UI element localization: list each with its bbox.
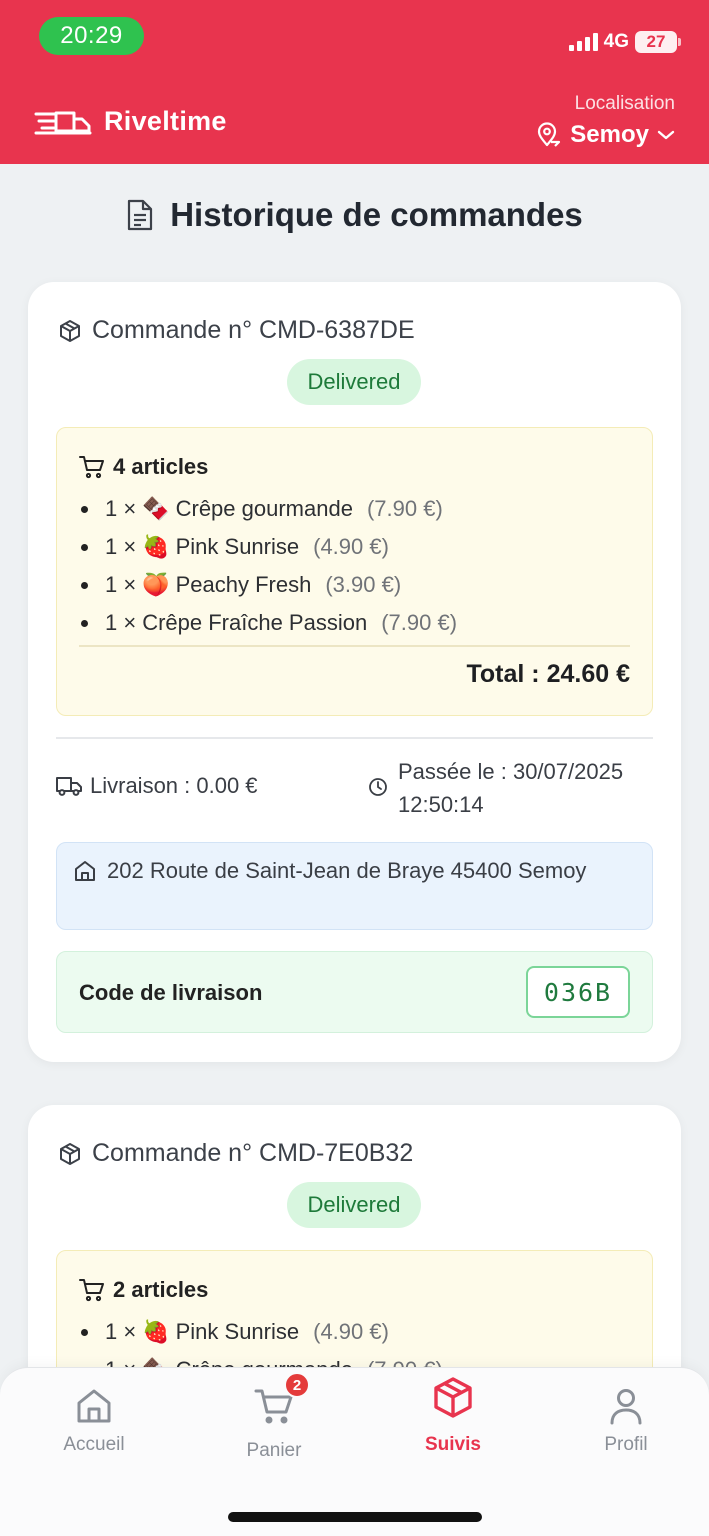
box-icon <box>60 1142 80 1165</box>
user-icon <box>610 1389 642 1425</box>
item-price: (7.90 €) <box>366 496 443 521</box>
cart-count-badge: 2 <box>284 1372 310 1398</box>
address-text: 202 Route de Saint-Jean de Braye 45400 S… <box>107 858 587 883</box>
items-count: 2 articles <box>79 1277 208 1303</box>
item-price: (4.90 €) <box>313 1319 389 1344</box>
item-qty: 1 × <box>105 534 137 559</box>
items-count: 4 articles <box>79 454 208 480</box>
item-name: Crêpe Fraîche Passion <box>142 610 368 635</box>
document-icon <box>128 199 153 231</box>
app-header: 20:29 4G 27 Riveltime Localisation Semoy <box>0 0 709 164</box>
location-label: Localisation <box>574 93 675 114</box>
item-name: Peachy Fresh <box>175 572 312 597</box>
list-item: 1 × 🍓 Pink Sunrise (4.90 €) <box>79 1313 443 1351</box>
items-divider <box>79 645 630 647</box>
order-info: Livraison : 0.00 € Passée le : 30/07/202… <box>56 755 653 825</box>
package-icon <box>434 1377 472 1418</box>
signal-icon <box>568 33 598 51</box>
peach-icon: 🍑 <box>142 572 170 597</box>
delivery-logo-icon <box>34 111 92 134</box>
items-count-label: 2 articles <box>113 1277 209 1302</box>
brand-name: Riveltime <box>104 106 227 136</box>
item-qty: 1 × <box>105 1319 137 1344</box>
strawberry-icon: 🍓 <box>142 534 170 559</box>
order-number: Commande n° CMD-7E0B32 <box>92 1139 414 1167</box>
nav-label: Panier <box>246 1440 302 1461</box>
status-indicators: 4G 27 <box>568 28 681 56</box>
item-qty: 1 × <box>105 572 137 597</box>
items-count-label: 4 articles <box>113 454 209 479</box>
delivery-code: 036B <box>526 966 630 1018</box>
map-pin-icon <box>538 122 561 147</box>
status-time: 20:29 <box>39 17 144 55</box>
item-price: (3.90 €) <box>325 572 402 597</box>
delivery-address: 202 Route de Saint-Jean de Braye 45400 S… <box>56 842 653 930</box>
home-icon <box>75 861 95 881</box>
cart-icon <box>79 456 104 479</box>
nav-item-accueil[interactable]: Accueil <box>58 1386 130 1456</box>
list-item: 1 × 🍫 Crêpe gourmande (7.90 €) <box>79 490 457 528</box>
item-price: (7.90 €) <box>381 610 458 635</box>
item-name: Pink Sunrise <box>175 534 300 559</box>
list-item: 1 × Crêpe Fraîche Passion (7.90 €) <box>79 604 457 642</box>
page-title: Historique de commandes <box>0 196 709 234</box>
chevron-down-icon <box>657 130 675 140</box>
page-heading: Historique de commandes <box>170 196 583 233</box>
order-title: Commande n° CMD-7E0B32 <box>58 1139 413 1168</box>
brand-logo[interactable]: Riveltime <box>34 106 227 137</box>
box-icon <box>60 319 80 342</box>
nav-label: Profil <box>604 1434 648 1455</box>
item-qty: 1 × <box>105 496 137 521</box>
item-name: Crêpe gourmande <box>175 496 353 521</box>
items-list: 1 × 🍫 Crêpe gourmande (7.90 €) 1 × 🍓 Pin… <box>79 490 457 642</box>
status-badge: Delivered <box>287 359 421 405</box>
order-date-text: Passée le : 30/07/2025 12:50:14 <box>398 759 624 817</box>
home-indicator[interactable] <box>228 1512 482 1522</box>
battery-level: 27 <box>635 31 677 53</box>
order-date: Passée le : 30/07/2025 12:50:14 <box>368 755 668 821</box>
clock-icon <box>369 778 387 796</box>
order-number: Commande n° CMD-6387DE <box>92 316 415 344</box>
order-card[interactable]: Commande n° CMD-6387DE Delivered 4 artic… <box>28 282 681 1062</box>
status-badge: Delivered <box>287 1182 421 1228</box>
location-selector[interactable]: Localisation Semoy <box>536 93 675 149</box>
list-item: 1 × 🍑 Peachy Fresh (3.90 €) <box>79 566 457 604</box>
item-name: Pink Sunrise <box>175 1319 300 1344</box>
delivery-code-box: Code de livraison 036B <box>56 951 653 1033</box>
order-title: Commande n° CMD-6387DE <box>58 316 415 345</box>
order-total: Total : 24.60 € <box>466 660 631 688</box>
order-items-box: 4 articles 1 × 🍫 Crêpe gourmande (7.90 €… <box>56 427 653 716</box>
home-icon <box>77 1389 111 1423</box>
chocolate-icon: 🍫 <box>142 496 170 521</box>
nav-item-panier[interactable]: 2 Panier <box>238 1372 310 1462</box>
strawberry-icon: 🍓 <box>142 1319 170 1344</box>
section-divider <box>56 737 653 739</box>
bottom-nav: Accueil 2 Panier Suivis Profil <box>0 1367 709 1536</box>
item-qty: 1 × <box>105 610 137 635</box>
list-item: 1 × 🍓 Pink Sunrise (4.90 €) <box>79 528 457 566</box>
battery-icon: 27 <box>635 31 681 53</box>
delivery-fee-text: Livraison : 0.00 € <box>90 773 258 798</box>
nav-label: Accueil <box>63 1434 125 1455</box>
delivery-fee: Livraison : 0.00 € <box>56 773 258 799</box>
nav-item-suivis[interactable]: Suivis <box>412 1376 494 1456</box>
truck-icon <box>56 777 82 796</box>
nav-label: Suivis <box>425 1434 481 1455</box>
cart-icon <box>79 1279 104 1302</box>
item-price: (4.90 €) <box>313 534 389 559</box>
network-type: 4G <box>603 31 629 52</box>
location-city: Semoy <box>570 121 649 148</box>
nav-item-profil[interactable]: Profil <box>590 1386 662 1456</box>
delivery-code-label: Code de livraison <box>79 980 263 1005</box>
